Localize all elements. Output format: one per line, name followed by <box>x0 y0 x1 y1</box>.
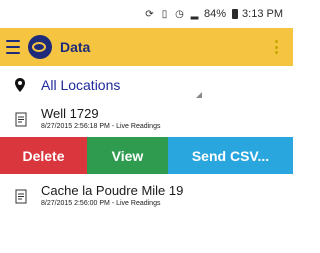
item-title: Cache la Poudre Mile 19 <box>41 183 184 198</box>
location-label: All Locations <box>41 77 121 93</box>
vibrate-icon: ▯ <box>161 8 168 20</box>
send-csv-button[interactable]: Send CSV... <box>168 137 293 174</box>
view-button[interactable]: View <box>87 137 168 174</box>
status-time: 3:13 PM <box>242 8 283 20</box>
status-bar: ⟳ ▯ ◷ ▂ 84% 3:13 PM <box>0 0 293 28</box>
alarm-icon: ◷ <box>175 8 184 20</box>
dropdown-arrow-icon[interactable] <box>196 92 202 98</box>
battery-icon <box>232 9 239 19</box>
item-title: Well 1729 <box>41 106 99 121</box>
app-bar: Data <box>0 28 293 66</box>
app-title: Data <box>60 39 91 55</box>
list-item[interactable]: Cache la Poudre Mile 19 8/27/2015 2:56:0… <box>0 181 293 211</box>
app-logo <box>28 35 52 59</box>
battery-percent: 84% <box>204 8 227 20</box>
list-item[interactable]: Well 1729 8/27/2015 2:56:18 PM - Live Re… <box>0 104 293 134</box>
signal-icon: ▂ <box>190 8 199 20</box>
overflow-menu-icon[interactable] <box>275 40 279 54</box>
sync-icon: ⟳ <box>145 8 154 20</box>
menu-icon[interactable] <box>6 40 20 54</box>
document-icon <box>15 112 27 127</box>
item-subtitle: 8/27/2015 2:56:00 PM - Live Readings <box>41 200 161 207</box>
location-selector[interactable]: All Locations <box>0 70 293 100</box>
document-icon <box>15 189 27 204</box>
app-screen: ⟳ ▯ ◷ ▂ 84% 3:13 PM Data All Locations W… <box>0 0 293 253</box>
swipe-actions: Delete View Send CSV... <box>0 137 293 174</box>
map-pin-icon <box>15 78 25 92</box>
delete-button[interactable]: Delete <box>0 137 87 174</box>
item-subtitle: 8/27/2015 2:56:18 PM - Live Readings <box>41 123 161 130</box>
